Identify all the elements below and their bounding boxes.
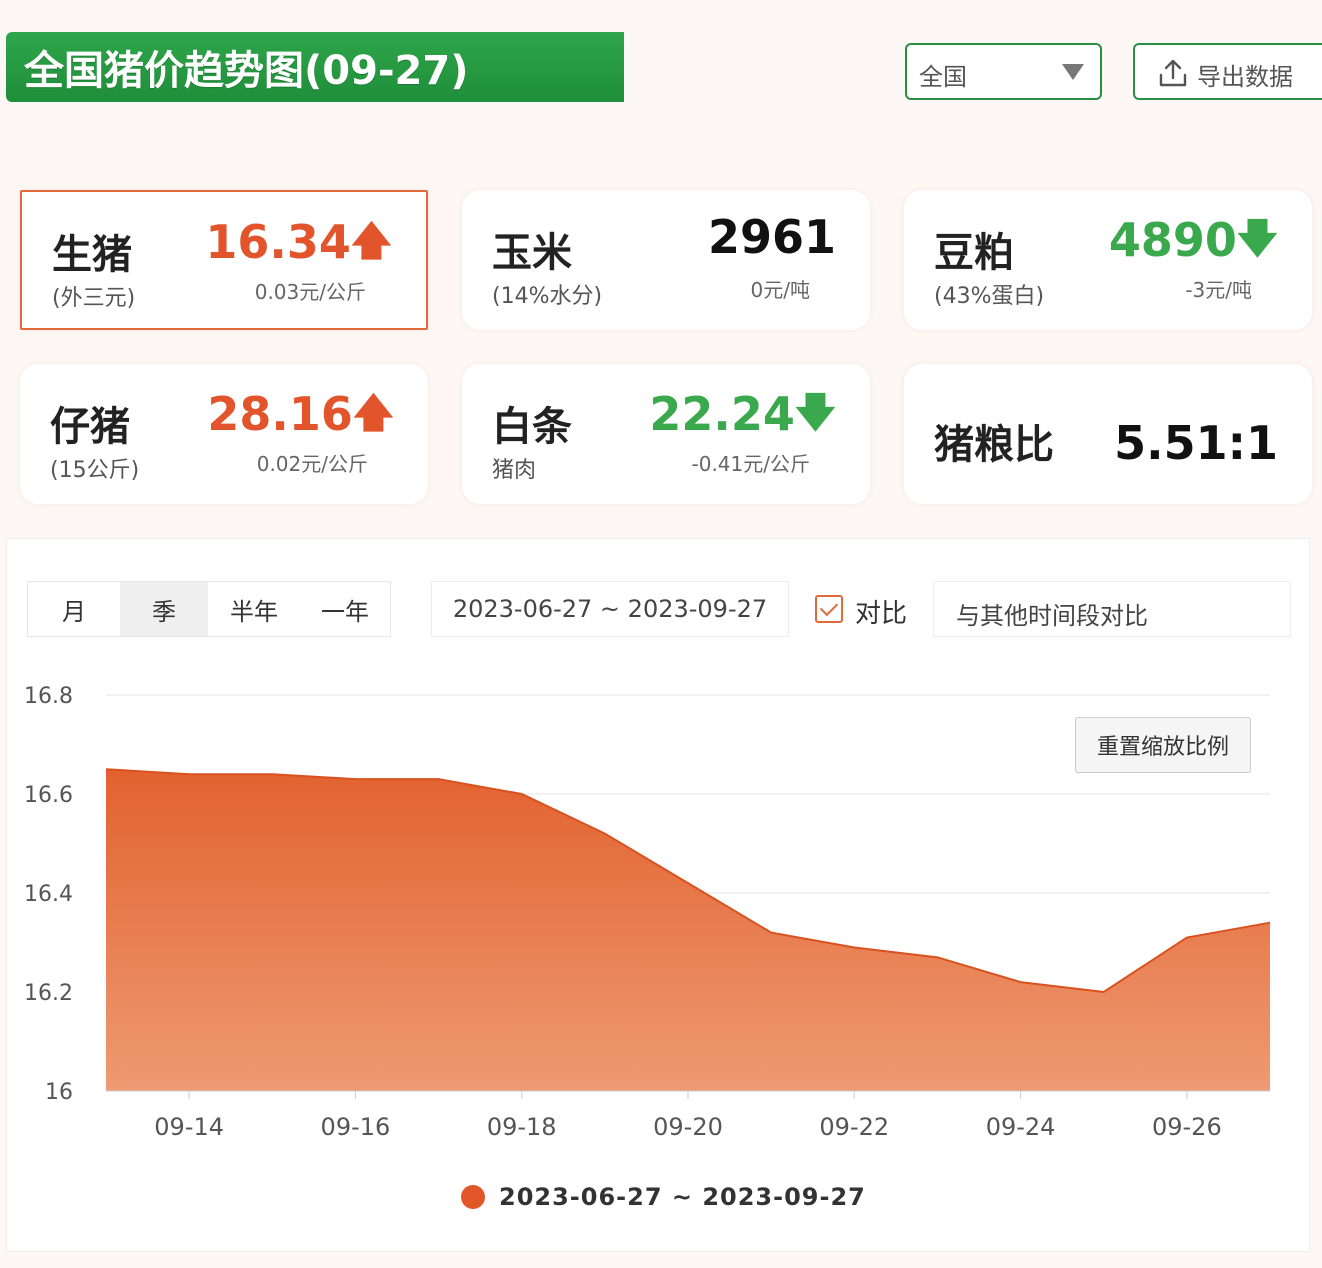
card-sub: (43%蛋白) [934,284,1045,309]
card-value: 28.16 [207,387,353,441]
card-pork-carcass[interactable]: 白条 猪肉 22.24🡇 -0.41元/公斤 [462,364,870,504]
export-data-button[interactable]: 导出数据 [1133,43,1322,100]
card-value-wrap: 28.16🡅 [207,384,394,452]
card-sub: (15公斤) [50,458,140,483]
series-area [106,769,1270,1091]
card-name: 白条 [492,404,572,450]
card-change: -0.41元/公斤 [691,452,811,476]
y-tick-label: 16.8 [24,684,73,709]
card-soybean-meal[interactable]: 豆粕 (43%蛋白) 4890🡇 -3元/吨 [904,190,1312,330]
region-select[interactable]: 全国 [905,43,1102,100]
card-sub: (14%水分) [492,284,603,309]
card-change: 0.02元/公斤 [256,452,368,476]
price-trend-chart: 16 16.2 16.4 16.6 16.8 09-14 09-16 09-18 09-20 09… [24,684,1271,1141]
card-value: 22.24 [649,387,795,441]
y-tick-label: 16.6 [24,783,73,808]
arrow-down-icon: 🡇 [1236,216,1278,262]
card-value-wrap: 16.34🡅 [205,212,392,280]
card-corn[interactable]: 玉米 (14%水分) 2961 0元/吨 [462,190,870,330]
card-value: 4890 [1108,213,1237,267]
card-change: -3元/吨 [1185,278,1252,302]
x-tick-label: 09-14 [154,1113,224,1141]
card-value: 5.51:1 [1114,416,1278,470]
reset-zoom-button[interactable]: 重置缩放比例 [1075,717,1251,773]
card-value-wrap: 22.24🡇 [649,384,836,452]
card-value: 16.34 [205,215,351,269]
card-sub: 猪肉 [492,458,537,483]
card-value: 2961 [707,210,836,264]
card-name: 猪粮比 [934,422,1054,468]
card-piglet[interactable]: 仔猪 (15公斤) 28.16🡅 0.02元/公斤 [20,364,428,504]
region-selected-value: 全国 [919,63,967,91]
chart-panel: 月 季 半年 一年 2023-06-27 ~ 2023-09-27 对比 与其他… [6,538,1310,1252]
card-name: 玉米 [492,230,572,276]
x-tick-label: 09-16 [321,1113,391,1141]
x-tick-label: 09-20 [653,1113,723,1141]
card-name: 生猪 [52,232,132,278]
upload-icon [1159,59,1187,87]
card-change: 0元/吨 [750,278,810,302]
card-name: 仔猪 [50,404,130,450]
arrow-up-icon: 🡅 [352,390,394,436]
x-tick-label: 09-24 [986,1113,1056,1141]
y-tick-label: 16.4 [24,882,73,907]
card-sub: (外三元) [52,286,136,311]
page-title: 全国猪价趋势图(09-27) [6,32,624,102]
card-pig-grain-ratio[interactable]: 猪粮比 5.51:1 [904,364,1312,504]
card-live-pig[interactable]: 生猪 (外三元) 16.34🡅 0.03元/公斤 [20,190,428,330]
card-name: 豆粕 [934,230,1014,276]
card-change: 0.03元/公斤 [254,280,366,304]
x-tick-label: 09-18 [487,1113,557,1141]
dropdown-arrow-icon [1062,64,1084,80]
arrow-down-icon: 🡇 [794,390,836,436]
chart-legend[interactable]: 2023-06-27 ~ 2023-09-27 [461,1183,866,1211]
y-tick-label: 16.2 [24,981,73,1006]
y-tick-label: 16 [45,1080,73,1105]
card-value-wrap: 4890🡇 [1109,210,1278,278]
legend-marker [461,1185,485,1209]
x-tick-label: 09-26 [1152,1113,1222,1141]
x-tick-label: 09-22 [819,1113,889,1141]
export-label: 导出数据 [1197,63,1293,91]
legend-label: 2023-06-27 ~ 2023-09-27 [499,1183,866,1211]
arrow-up-icon: 🡅 [350,218,392,264]
